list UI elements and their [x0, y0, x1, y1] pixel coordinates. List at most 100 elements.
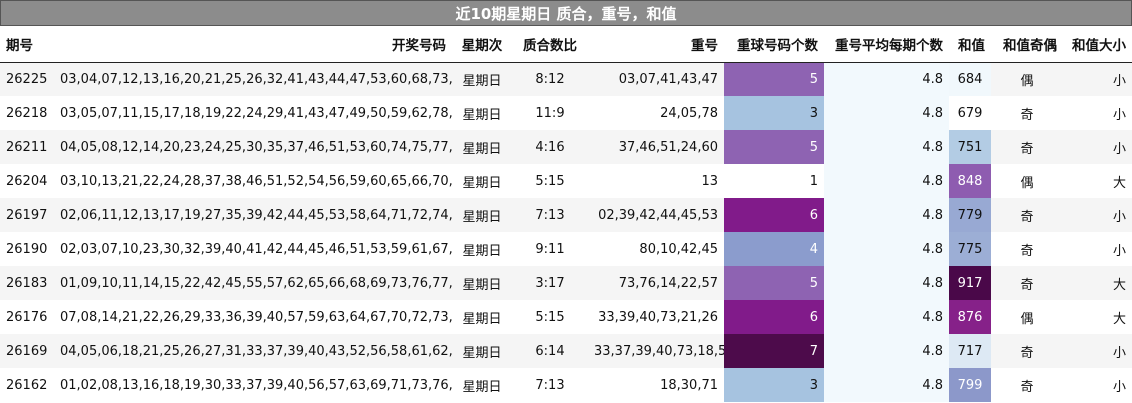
header-size: 和值大小 — [1063, 26, 1132, 63]
header-numbers: 开奖号码 — [54, 26, 452, 63]
cell-issue: 26225 — [0, 62, 54, 96]
cell-issue: 26176 — [0, 300, 54, 334]
cell-numbers: 04,05,06,18,21,25,26,27,31,33,37,39,40,4… — [54, 334, 452, 368]
header-count: 重球号码个数 — [724, 26, 824, 63]
cell-repeat: 18,30,71 — [588, 368, 724, 402]
cell-sum-parity: 奇 — [991, 130, 1063, 164]
cell-weekday: 星期日 — [452, 334, 512, 368]
cell-repeat: 24,05,78 — [588, 96, 724, 130]
cell-weekday: 星期日 — [452, 96, 512, 130]
header-parity: 和值奇偶 — [991, 26, 1063, 63]
header-repeat: 重号 — [588, 26, 724, 63]
cell-repeat-count: 7 — [724, 334, 824, 368]
cell-sum-parity: 偶 — [991, 62, 1063, 96]
cell-issue: 26218 — [0, 96, 54, 130]
table-row: 26204 03,10,13,21,22,24,28,37,38,46,51,52… — [0, 164, 1132, 198]
cell-repeat-avg: 4.8 — [824, 198, 949, 232]
cell-repeat: 03,07,41,43,47 — [588, 62, 724, 96]
lottery-table: 期号 开奖号码 星期次 质合数比 重号 重球号码个数 重号平均每期个数 和值 和… — [0, 26, 1132, 402]
cell-repeat-avg: 4.8 — [824, 334, 949, 368]
cell-repeat-count: 3 — [724, 96, 824, 130]
cell-ratio: 11:9 — [512, 96, 588, 130]
cell-repeat: 37,46,51,24,60 — [588, 130, 724, 164]
cell-weekday: 星期日 — [452, 368, 512, 402]
table-row: 26183 01,09,10,11,14,15,22,42,45,55,57,62… — [0, 266, 1132, 300]
cell-ratio: 5:15 — [512, 164, 588, 198]
cell-sum-parity: 奇 — [991, 198, 1063, 232]
cell-weekday: 星期日 — [452, 266, 512, 300]
cell-numbers: 02,03,07,10,23,30,32,39,40,41,42,44,45,4… — [54, 232, 452, 266]
cell-sum: 876 — [949, 300, 991, 334]
cell-repeat-avg: 4.8 — [824, 130, 949, 164]
table-row: 26218 03,05,07,11,15,17,18,19,22,24,29,41… — [0, 96, 1132, 130]
header-weekday: 星期次 — [452, 26, 512, 63]
cell-weekday: 星期日 — [452, 232, 512, 266]
cell-repeat-count: 5 — [724, 130, 824, 164]
cell-ratio: 6:14 — [512, 334, 588, 368]
cell-repeat: 33,39,40,73,21,26 — [588, 300, 724, 334]
cell-numbers: 01,02,08,13,16,18,19,30,33,37,39,40,56,5… — [54, 368, 452, 402]
cell-repeat-avg: 4.8 — [824, 164, 949, 198]
cell-sum: 679 — [949, 96, 991, 130]
cell-sum-parity: 奇 — [991, 232, 1063, 266]
cell-issue: 26169 — [0, 334, 54, 368]
cell-sum-size: 小 — [1063, 62, 1132, 96]
cell-sum-parity: 奇 — [991, 266, 1063, 300]
cell-repeat-avg: 4.8 — [824, 300, 949, 334]
cell-sum-size: 小 — [1063, 130, 1132, 164]
cell-sum-size: 小 — [1063, 96, 1132, 130]
table-row: 26211 04,05,08,12,14,20,23,24,25,30,35,37… — [0, 130, 1132, 164]
cell-repeat-count: 6 — [724, 300, 824, 334]
cell-repeat-count: 5 — [724, 266, 824, 300]
cell-repeat: 73,76,14,22,57 — [588, 266, 724, 300]
cell-numbers: 03,10,13,21,22,24,28,37,38,46,51,52,54,5… — [54, 164, 452, 198]
cell-sum-size: 大 — [1063, 300, 1132, 334]
cell-issue: 26211 — [0, 130, 54, 164]
cell-sum: 779 — [949, 198, 991, 232]
cell-ratio: 7:13 — [512, 368, 588, 402]
table-title: 近10期星期日 质合，重号，和值 — [0, 0, 1132, 26]
table-row: 26162 01,02,08,13,16,18,19,30,33,37,39,40… — [0, 368, 1132, 402]
header-row: 期号 开奖号码 星期次 质合数比 重号 重球号码个数 重号平均每期个数 和值 和… — [0, 26, 1132, 63]
cell-issue: 26183 — [0, 266, 54, 300]
cell-weekday: 星期日 — [452, 164, 512, 198]
cell-numbers: 04,05,08,12,14,20,23,24,25,30,35,37,46,5… — [54, 130, 452, 164]
cell-issue: 26190 — [0, 232, 54, 266]
header-sum: 和值 — [949, 26, 991, 63]
cell-repeat-count: 6 — [724, 198, 824, 232]
cell-ratio: 8:12 — [512, 62, 588, 96]
cell-numbers: 03,05,07,11,15,17,18,19,22,24,29,41,43,4… — [54, 96, 452, 130]
cell-sum: 717 — [949, 334, 991, 368]
table-row: 26176 07,08,14,21,22,26,29,33,36,39,40,57… — [0, 300, 1132, 334]
cell-numbers: 03,04,07,12,13,16,20,21,25,26,32,41,43,4… — [54, 62, 452, 96]
cell-repeat-avg: 4.8 — [824, 266, 949, 300]
cell-issue: 26204 — [0, 164, 54, 198]
cell-repeat-count: 5 — [724, 62, 824, 96]
cell-sum-size: 小 — [1063, 198, 1132, 232]
cell-ratio: 3:17 — [512, 266, 588, 300]
cell-weekday: 星期日 — [452, 300, 512, 334]
header-ratio: 质合数比 — [512, 26, 588, 63]
cell-numbers: 07,08,14,21,22,26,29,33,36,39,40,57,59,6… — [54, 300, 452, 334]
cell-repeat-avg: 4.8 — [824, 96, 949, 130]
cell-sum: 848 — [949, 164, 991, 198]
header-issue: 期号 — [0, 26, 54, 63]
cell-sum-size: 大 — [1063, 164, 1132, 198]
cell-sum: 775 — [949, 232, 991, 266]
cell-sum-size: 小 — [1063, 232, 1132, 266]
cell-numbers: 01,09,10,11,14,15,22,42,45,55,57,62,65,6… — [54, 266, 452, 300]
cell-repeat: 02,39,42,44,45,53 — [588, 198, 724, 232]
cell-repeat-count: 1 — [724, 164, 824, 198]
table-row: 26197 02,06,11,12,13,17,19,27,35,39,42,44… — [0, 198, 1132, 232]
cell-repeat: 13 — [588, 164, 724, 198]
cell-sum-parity: 奇 — [991, 96, 1063, 130]
cell-sum-parity: 偶 — [991, 164, 1063, 198]
cell-sum-size: 小 — [1063, 334, 1132, 368]
cell-repeat: 80,10,42,45 — [588, 232, 724, 266]
cell-repeat-avg: 4.8 — [824, 368, 949, 402]
cell-ratio: 5:15 — [512, 300, 588, 334]
cell-ratio: 4:16 — [512, 130, 588, 164]
cell-repeat: 33,37,39,40,73,18,56 — [588, 334, 724, 368]
table-row: 26190 02,03,07,10,23,30,32,39,40,41,42,44… — [0, 232, 1132, 266]
cell-issue: 26162 — [0, 368, 54, 402]
